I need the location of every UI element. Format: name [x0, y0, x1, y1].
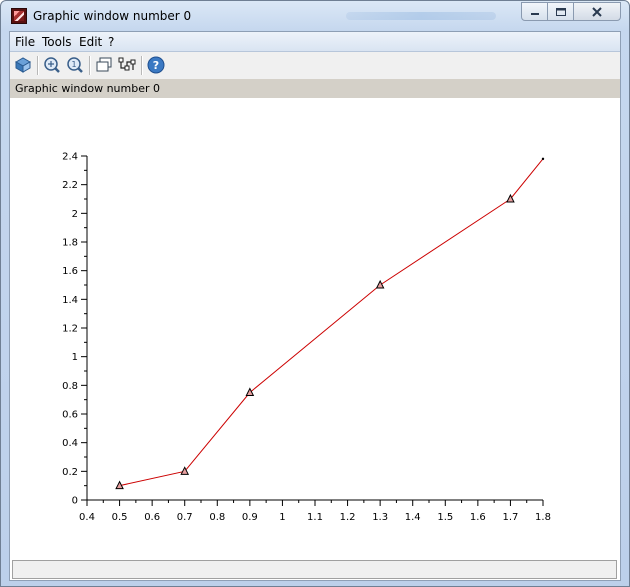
- toolbar-separator: [89, 56, 91, 75]
- x-tick-label: 1.3: [372, 512, 388, 523]
- x-tick-label: 1.5: [437, 512, 453, 523]
- scilab-app-icon: [11, 8, 27, 24]
- data-point-marker[interactable]: [245, 387, 255, 396]
- y-tick-label: 1.2: [62, 324, 78, 335]
- datatip-button[interactable]: [94, 55, 114, 75]
- close-icon: [592, 6, 602, 17]
- toolbar-separator: [141, 56, 143, 75]
- rotate-button[interactable]: [13, 55, 33, 75]
- menu-file[interactable]: File: [15, 35, 35, 49]
- x-tick-label: 0.8: [209, 512, 225, 523]
- window-title: Graphic window number 0: [33, 9, 192, 23]
- y-tick-label: 0.2: [62, 467, 78, 478]
- menu-bar: File Tools Edit ?: [10, 32, 620, 52]
- x-tick-label: 1.4: [405, 512, 421, 523]
- menu-edit[interactable]: Edit: [79, 35, 102, 49]
- data-point-marker[interactable]: [375, 279, 385, 289]
- x-tick-label: 1.2: [340, 512, 356, 523]
- info-bar: Graphic window number 0: [10, 79, 620, 98]
- menu-tools[interactable]: Tools: [42, 35, 72, 49]
- y-tick-label: 0.6: [62, 410, 78, 421]
- x-tick-label: 1.1: [307, 512, 323, 523]
- plot-area[interactable]: 0.4 0.5 0.6 0.7 0.8 0.9 1 1.1 1.2 1.3 1.4 1.5 1.6 1.7…: [10, 98, 620, 558]
- title-bar[interactable]: Graphic window number 0: [1, 1, 629, 31]
- window-content: File Tools Edit ? 1 ? Graphic window num…: [9, 31, 621, 581]
- line-chart[interactable]: 0.4 0.5 0.6 0.7 0.8 0.9 1 1.1 1.2 1.3 1.4 1.5 1.6 1.7…: [10, 98, 620, 558]
- y-tick-label: 1.8: [62, 238, 78, 249]
- toolbar-separator: [37, 56, 39, 75]
- zoom-in-icon: [44, 57, 60, 73]
- y-tick-label: 2: [72, 209, 78, 220]
- y-tick-label: 1: [72, 352, 78, 363]
- maximize-icon: [555, 7, 566, 16]
- zoom-reset-icon: 1: [67, 57, 83, 73]
- close-button[interactable]: [573, 2, 621, 21]
- blurred-title-region: [346, 12, 496, 20]
- zoom-reset-button[interactable]: 1: [65, 55, 85, 75]
- datatip-icon: [96, 57, 112, 72]
- y-tick-label: 0: [72, 496, 78, 507]
- help-icon: ?: [147, 56, 165, 74]
- minimize-icon: [530, 12, 539, 15]
- help-button[interactable]: ?: [146, 55, 166, 75]
- y-tick-label: 0.8: [62, 381, 78, 392]
- data-point[interactable]: [541, 157, 545, 161]
- svg-text:?: ?: [153, 59, 159, 72]
- info-bar-text: Graphic window number 0: [15, 82, 160, 95]
- x-tick-label: 0.5: [112, 512, 128, 523]
- x-tick-label: 0.6: [144, 512, 160, 523]
- minimize-button[interactable]: [521, 2, 548, 21]
- zoom-button[interactable]: [42, 55, 62, 75]
- edit-curve-icon: [118, 57, 136, 71]
- edit-curve-button[interactable]: [117, 55, 137, 75]
- x-tick-label: 1.7: [502, 512, 518, 523]
- graphic-window: Graphic window number 0 File Tools Edit …: [0, 0, 630, 587]
- toolbar: 1 ?: [10, 52, 620, 79]
- rotate-icon: [14, 57, 32, 73]
- data-series-line: [119, 158, 544, 487]
- x-tick-label: 1.6: [470, 512, 486, 523]
- status-bar: [12, 560, 617, 579]
- x-tick-label: 0.9: [242, 512, 258, 523]
- x-tick-label: 1: [279, 512, 285, 523]
- menu-help[interactable]: ?: [108, 35, 114, 49]
- y-tick-label: 0.4: [62, 438, 78, 449]
- x-tick-label: 1.8: [535, 512, 551, 523]
- y-tick-label: 1.6: [62, 266, 78, 277]
- y-tick-label: 2.4: [62, 152, 78, 163]
- x-tick-label: 0.4: [79, 512, 95, 523]
- svg-text:1: 1: [71, 60, 76, 69]
- y-tick-label: 2.2: [62, 180, 78, 191]
- x-tick-label: 0.7: [177, 512, 193, 523]
- maximize-button[interactable]: [547, 2, 574, 21]
- y-tick-label: 1.4: [62, 295, 78, 306]
